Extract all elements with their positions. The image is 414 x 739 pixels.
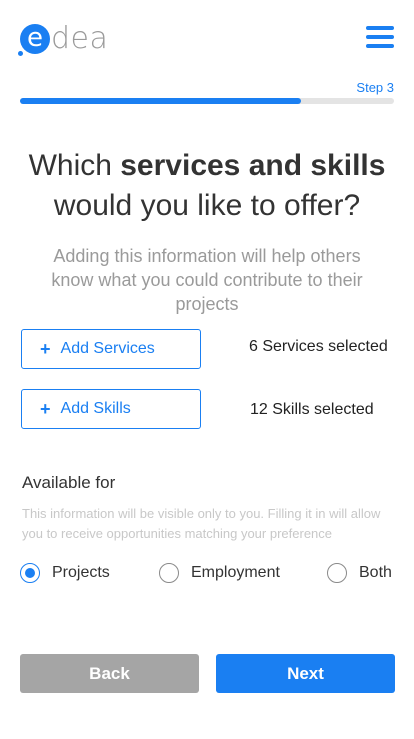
plus-icon: +: [40, 339, 51, 359]
step-indicator: Step 3: [356, 80, 394, 95]
available-for-note: This information will be visible only to…: [22, 506, 381, 541]
progress-bar-fill: [20, 98, 301, 104]
page-title-line-2: would you like to offer?: [53, 189, 361, 222]
logo-dot: [18, 51, 23, 56]
logo-mark-letter: e: [27, 23, 43, 53]
radio-employment[interactable]: Employment: [159, 563, 280, 583]
logo-wordmark: dea: [51, 21, 109, 56]
progress-bar: [20, 98, 394, 104]
menu-bar: [366, 26, 394, 30]
logo-mark: e: [18, 23, 50, 56]
radio-label: Employment: [191, 564, 280, 581]
skills-selected-count: 12 Skills selected: [250, 401, 374, 418]
radio-label: Both: [359, 564, 392, 581]
add-skills-button[interactable]: + Add Skills: [21, 389, 201, 429]
next-button[interactable]: Next: [216, 654, 395, 693]
page-subtitle: Adding this information will help others…: [51, 246, 363, 314]
menu-bar: [366, 44, 394, 48]
menu-bar: [366, 35, 394, 39]
hamburger-menu-icon[interactable]: [366, 26, 394, 48]
page-title-plain: Which: [28, 149, 121, 182]
page-title: Which services and skills would you like…: [0, 146, 414, 226]
plus-icon: +: [40, 399, 51, 419]
radio-circle: [20, 563, 40, 583]
add-services-button[interactable]: + Add Services: [21, 329, 201, 369]
radio-projects[interactable]: Projects: [20, 563, 110, 583]
add-skills-label: Add Skills: [60, 400, 131, 417]
radio-circle: [327, 563, 347, 583]
page-title-bold: services and skills: [120, 149, 386, 182]
edea-logo: e dea: [18, 20, 109, 56]
available-for-title: Available for: [22, 473, 116, 492]
services-selected-count: 6 Services selected: [249, 338, 388, 355]
back-button[interactable]: Back: [20, 654, 199, 693]
add-services-label: Add Services: [60, 340, 155, 357]
radio-circle: [159, 563, 179, 583]
radio-both[interactable]: Both: [327, 563, 392, 583]
page-title-line-1: Which services and skills: [0, 146, 414, 186]
radio-label: Projects: [52, 564, 110, 581]
